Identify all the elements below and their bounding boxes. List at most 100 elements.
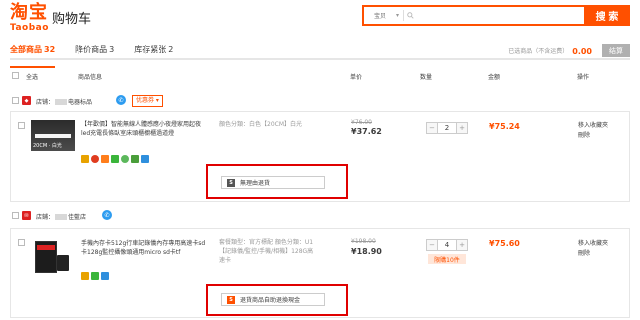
service-icons <box>81 155 151 163</box>
tab-count: 3 <box>109 45 115 54</box>
shop-name[interactable]: 店鋪： 佳藍店 <box>36 212 86 221</box>
chat-icon[interactable]: ✆ <box>102 210 112 220</box>
qty-decrease-button[interactable]: − <box>427 240 437 250</box>
tabs-underline <box>10 58 630 60</box>
chat-icon[interactable]: ✆ <box>116 95 126 105</box>
original-price: ¥76.00 <box>351 119 372 126</box>
highlight-box <box>206 284 348 316</box>
search-icon <box>404 7 416 24</box>
selected-amount: 0.00 <box>572 47 592 56</box>
item-title[interactable]: 【年歡價】智能無線人體感應小夜燈家用起夜led充電長條臥室床頭櫃櫥櫃過道燈 <box>81 120 209 138</box>
shop-prefix: 店铺： <box>36 99 55 106</box>
tab-divider <box>145 46 146 54</box>
service-icon <box>81 155 89 163</box>
taobao-logo[interactable]: 淘宝 Taobao <box>10 2 49 34</box>
col-amount: 金额 <box>488 74 501 81</box>
highlight-box <box>206 164 348 199</box>
move-to-favorites-link[interactable]: 移入收藏夾 <box>578 239 608 249</box>
cart-item: 20CM · 白光 【年歡價】智能無線人體感應小夜燈家用起夜led充電長條臥室床… <box>10 111 630 202</box>
item-props: 顏色分類：白色【20CM】白光 <box>219 121 303 128</box>
search-scope-label: 宝贝 <box>374 13 387 20</box>
purchase-limit-badge: 限購10件 <box>428 254 466 264</box>
service-icon <box>101 155 109 163</box>
tab-divider <box>78 46 79 54</box>
service-icons <box>81 272 111 280</box>
blurred-name <box>55 214 68 220</box>
sd-card <box>57 255 69 271</box>
service-icon <box>141 155 149 163</box>
chevron-down-icon: ▾ <box>395 12 399 19</box>
service-icon <box>81 272 89 280</box>
coupon-button[interactable]: 优惠券 ▾ <box>132 95 163 107</box>
qty-increase-button[interactable]: + <box>457 240 467 250</box>
tmall-shop-icon: ✉ <box>22 211 31 220</box>
qty-increase-button[interactable]: + <box>457 123 467 133</box>
quantity-stepper: − 4 + <box>426 239 468 251</box>
tab-count: 32 <box>44 45 56 54</box>
search-scope-select[interactable]: 宝贝 ▾ <box>364 10 404 21</box>
lamp-bar <box>35 134 71 138</box>
delete-link[interactable]: 刪除 <box>578 131 608 141</box>
unit-price: ¥18.90 <box>351 247 382 256</box>
search-bar: 宝贝 ▾ 搜 索 <box>362 5 630 26</box>
tab-count: 2 <box>168 45 174 54</box>
qty-decrease-button[interactable]: − <box>427 123 437 133</box>
service-icon <box>111 155 119 163</box>
delete-link[interactable]: 刪除 <box>578 249 608 259</box>
shop-suffix: 电器标品 <box>68 99 93 106</box>
service-icon <box>91 272 99 280</box>
settle-button[interactable]: 结算 <box>602 44 630 57</box>
tab-label: 库存紧张 <box>134 45 167 54</box>
qty-value[interactable]: 4 <box>437 240 457 250</box>
col-ops: 操作 <box>577 74 590 81</box>
product-thumbnail[interactable]: 20CM · 白光 <box>31 120 75 160</box>
shop-name[interactable]: 店铺： 电器标品 <box>36 97 92 106</box>
item-ops: 移入收藏夾 刪除 <box>578 121 608 141</box>
item-props: 套餐類型：官方標配 顏色分類：U1【記錄儀/監控/手機/相機】128G高速卡 <box>219 239 314 264</box>
tmall-shop-icon: ◆ <box>22 96 31 105</box>
thumb-white-band <box>31 151 75 160</box>
service-icon <box>131 155 139 163</box>
service-icon <box>121 155 129 163</box>
service-icon <box>91 155 99 163</box>
shop-suffix: 佳藍店 <box>68 214 87 221</box>
qty-value[interactable]: 2 <box>437 123 457 133</box>
selected-label: 已选商品（不含运费） <box>508 48 569 55</box>
product-thumbnail[interactable] <box>31 237 75 277</box>
shop-checkbox[interactable] <box>12 97 19 104</box>
item-title[interactable]: 手機內存卡512g行車記錄儀內存專用高速卡sd卡128g監控攝像頭通用micro… <box>81 239 209 257</box>
item-checkbox[interactable] <box>18 122 25 129</box>
taobao-cart-page: 淘宝 Taobao 购物车 宝贝 ▾ 搜 索 全部商品 32 降价商品 3 库存紧张… <box>0 0 640 320</box>
shop-checkbox[interactable] <box>12 212 19 219</box>
page-title: 购物车 <box>52 12 92 27</box>
item-total: ¥75.24 <box>489 122 520 131</box>
move-to-favorites-link[interactable]: 移入收藏夾 <box>578 121 608 131</box>
search-input[interactable] <box>416 7 584 24</box>
search-button[interactable]: 搜 索 <box>584 5 630 26</box>
quantity-stepper: − 2 + <box>426 122 468 134</box>
cart-item: 手機內存卡512g行車記錄儀內存專用高速卡sd卡128g監控攝像頭通用micro… <box>10 228 630 318</box>
col-unit-price: 单价 <box>350 74 363 81</box>
logo-cn: 淘宝 <box>10 2 48 23</box>
select-all-checkbox[interactable] <box>12 72 19 79</box>
shop-prefix: 店鋪： <box>36 214 55 221</box>
logo-en: Taobao <box>10 23 49 33</box>
item-checkbox[interactable] <box>18 239 25 246</box>
blurred-name <box>55 99 68 105</box>
shop-row: ✉ 店鋪： 佳藍店 ✆ <box>10 210 630 224</box>
item-total: ¥75.60 <box>489 239 520 248</box>
col-quantity: 数量 <box>420 74 433 81</box>
tab-label: 全部商品 <box>10 45 42 54</box>
item-ops: 移入收藏夾 刪除 <box>578 239 608 259</box>
selected-summary: 已选商品（不含运费） 0.00 <box>508 46 592 56</box>
shop-row: ◆ 店铺： 电器标品 ✆ 优惠券 ▾ <box>10 95 630 109</box>
thumb-caption: 20CM · 白光 <box>33 143 62 149</box>
original-price: ¥198.00 <box>351 238 376 245</box>
select-all-label: 全选 <box>26 74 39 81</box>
column-headers: 全选 商品信息 单价 数量 金额 操作 <box>10 70 630 84</box>
unit-price: ¥37.62 <box>351 127 382 136</box>
service-icon <box>101 272 109 280</box>
coupon-label: 优惠券 <box>136 97 155 104</box>
card-label <box>37 245 55 250</box>
tab-label: 降价商品 <box>75 45 108 54</box>
